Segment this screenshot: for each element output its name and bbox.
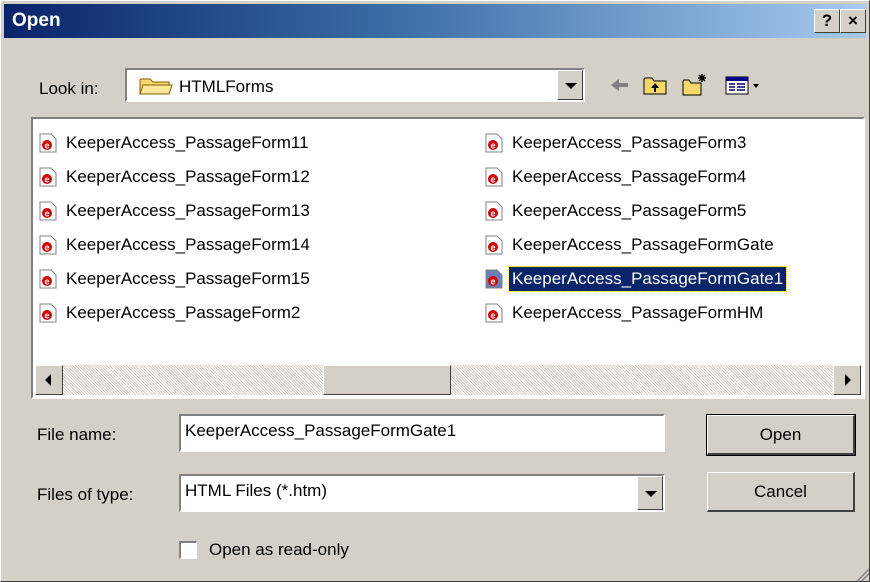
file-name-value: KeeperAccess_PassageFormGate1 [185, 421, 457, 440]
file-name: KeeperAccess_PassageForm2 [66, 303, 301, 322]
file-name: KeeperAccess_PassageForm3 [512, 133, 747, 152]
html-file-icon: e [485, 303, 503, 323]
cancel-button[interactable]: Cancel [707, 472, 855, 512]
chevron-down-icon [645, 491, 657, 497]
file-name: KeeperAccess_PassageFormGate [512, 235, 774, 254]
arrow-right-icon [845, 374, 851, 386]
look-in-combo[interactable]: HTMLForms [125, 68, 585, 102]
file-name: KeeperAccess_PassageForm14 [66, 235, 310, 254]
file-name: KeeperAccess_PassageForm15 [66, 269, 310, 288]
read-only-checkbox[interactable] [179, 541, 197, 559]
svg-text:e: e [44, 175, 49, 185]
file-name: KeeperAccess_PassageFormGate1 [507, 266, 788, 292]
view-menu-icon[interactable] [723, 71, 763, 99]
svg-text:e: e [44, 243, 49, 253]
html-file-icon: e [485, 235, 503, 255]
svg-text:e: e [44, 141, 49, 151]
file-name: KeeperAccess_PassageForm4 [512, 167, 747, 186]
files-of-type-dropdown-button[interactable] [637, 476, 663, 510]
title-bar[interactable]: Open ? × [4, 4, 866, 38]
resize-grip[interactable] [853, 565, 869, 581]
html-file-icon: e [485, 133, 503, 153]
html-file-icon: e [39, 133, 57, 153]
look-in-label: Look in: [39, 79, 99, 98]
back-arrow-icon[interactable] [605, 71, 633, 99]
look-in-dropdown-button[interactable] [557, 70, 583, 100]
window-title: Open [12, 10, 61, 31]
file-name-input[interactable]: KeeperAccess_PassageFormGate1 [179, 414, 665, 452]
read-only-label: Open as read-only [209, 540, 349, 559]
files-of-type-label: Files of type: [37, 485, 134, 504]
svg-text:e: e [490, 277, 495, 287]
scroll-left-button[interactable] [35, 365, 63, 395]
html-file-icon: e [485, 201, 503, 221]
svg-text:e: e [490, 243, 495, 253]
file-name: KeeperAccess_PassageForm12 [66, 167, 310, 186]
html-file-icon: e [485, 269, 503, 289]
up-one-level-icon[interactable] [641, 71, 669, 99]
open-dialog: Open ? × Look in: HTMLForms e KeeperAcces… [0, 0, 870, 582]
file-name: KeeperAccess_PassageForm13 [66, 201, 310, 220]
files-of-type-select[interactable]: HTML Files (*.htm) [179, 474, 665, 512]
chevron-down-icon [565, 83, 577, 89]
svg-text:e: e [490, 141, 495, 151]
open-button[interactable]: Open [706, 414, 856, 456]
file-name: KeeperAccess_PassageForm5 [512, 201, 747, 220]
html-file-icon: e [485, 167, 503, 187]
html-file-icon: e [39, 269, 57, 289]
look-in-value: HTMLForms [179, 77, 274, 96]
file-name: KeeperAccess_PassageFormHM [512, 303, 764, 322]
html-file-icon: e [39, 201, 57, 221]
files-of-type-value: HTML Files (*.htm) [185, 481, 327, 500]
arrow-left-icon [45, 374, 51, 386]
help-button[interactable]: ? [814, 9, 840, 33]
svg-text:e: e [490, 311, 495, 321]
svg-text:e: e [44, 277, 49, 287]
file-list[interactable]: e KeeperAccess_PassageForm11 e KeeperAccess… [31, 117, 865, 399]
html-file-icon: e [39, 235, 57, 255]
file-name: KeeperAccess_PassageForm11 [66, 133, 309, 152]
svg-text:e: e [44, 209, 49, 219]
close-button[interactable]: × [840, 9, 866, 33]
folder-icon [139, 78, 173, 95]
file-name-label: File name: [37, 425, 117, 444]
html-file-icon: e [39, 303, 57, 323]
new-folder-icon[interactable] [681, 71, 709, 99]
svg-text:e: e [490, 209, 495, 219]
html-file-icon: e [39, 167, 57, 187]
scrollbar-thumb[interactable] [323, 365, 451, 395]
scroll-right-button[interactable] [833, 365, 861, 395]
svg-text:e: e [44, 311, 49, 321]
horizontal-scrollbar[interactable] [35, 365, 861, 395]
svg-text:e: e [490, 175, 495, 185]
